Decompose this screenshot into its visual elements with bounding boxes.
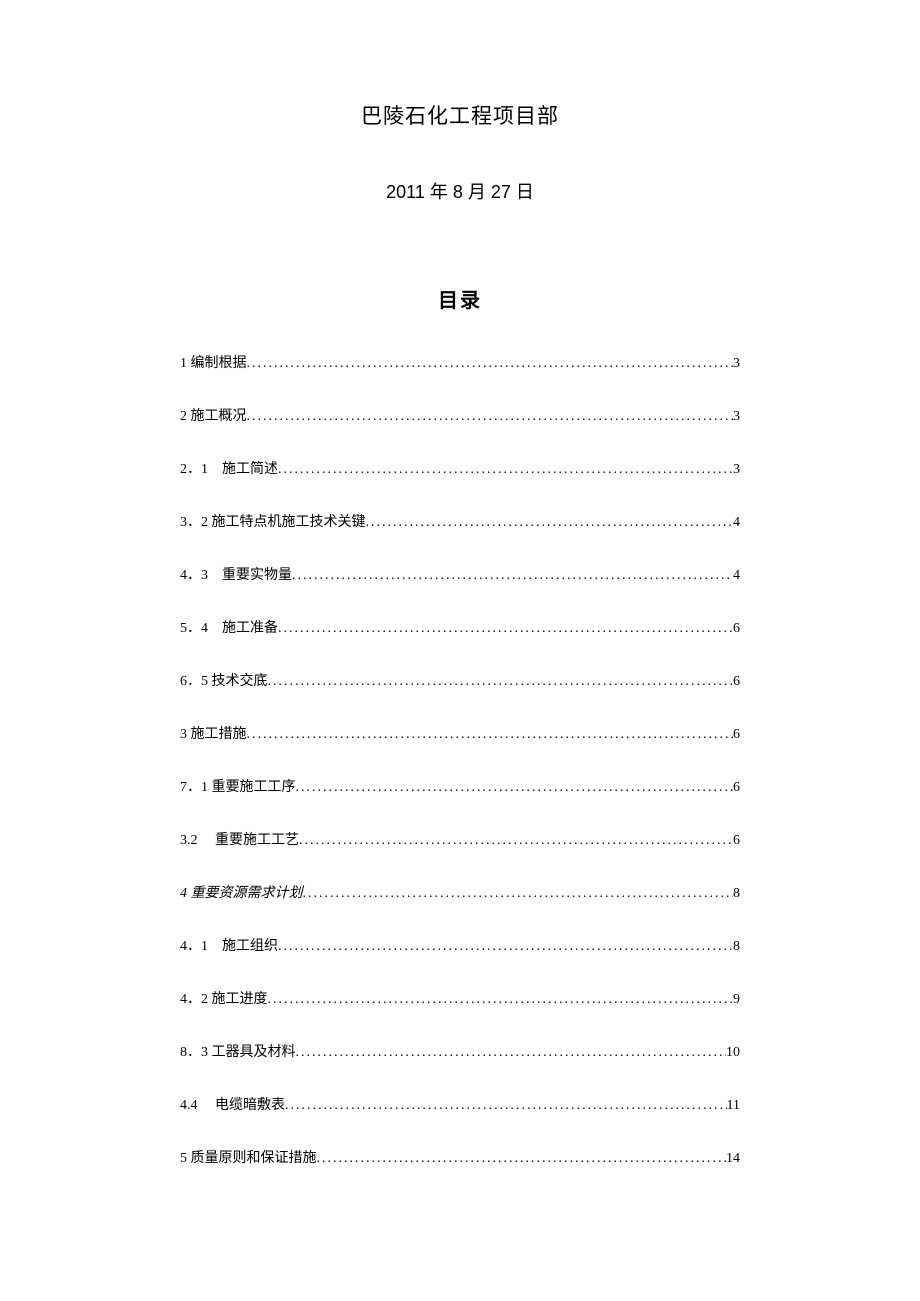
toc-item-page: 6 (733, 777, 740, 798)
toc-item: 5．4 施工准备 6 (180, 618, 740, 639)
toc-item-page: 6 (733, 724, 740, 745)
toc-item-page: 3 (733, 406, 740, 427)
toc-item: 2 施工概况 3 (180, 406, 740, 427)
toc-item-label: 3．2 施工特点机施工技术关键 (180, 512, 366, 533)
toc-item: 7．1 重要施工工序 6 (180, 777, 740, 798)
toc-item-label: 4 重要资源需求计划 (180, 883, 303, 904)
toc-item-label: 8．3 工器具及材料 (180, 1042, 296, 1063)
toc-item: 4 重要资源需求计划 8 (180, 883, 740, 904)
toc-item-page: 11 (727, 1095, 740, 1116)
toc-item-label: 3 施工措施 (180, 724, 247, 745)
toc-item: 4．1 施工组织 8 (180, 936, 740, 957)
toc-item-page: 8 (733, 936, 740, 957)
toc-item-label: 7．1 重要施工工序 (180, 777, 296, 798)
toc-item-label: 4．3 重要实物量 (180, 565, 292, 586)
toc-dots (247, 406, 734, 427)
toc-dots (292, 565, 733, 586)
toc-item: 3．2 施工特点机施工技术关键 4 (180, 512, 740, 533)
toc-dots (278, 618, 733, 639)
toc-dots (299, 830, 733, 851)
toc-item-label: 1 编制根据 (180, 353, 247, 374)
toc-item-label: 3.2 重要施工工艺 (180, 830, 299, 851)
toc-item-page: 10 (726, 1042, 740, 1063)
toc-dots (268, 989, 734, 1010)
toc-item-label: 5 质量原则和保证措施 (180, 1148, 317, 1169)
toc-dots (317, 1148, 727, 1169)
toc-dots (247, 353, 734, 374)
toc-item: 4．2 施工进度 9 (180, 989, 740, 1010)
toc-item: 4．3 重要实物量 4 (180, 565, 740, 586)
toc-item-page: 8 (733, 883, 740, 904)
toc-item-page: 6 (733, 671, 740, 692)
toc-dots (296, 777, 734, 798)
toc-dots (278, 936, 733, 957)
toc-item-page: 3 (733, 353, 740, 374)
toc-item-page: 14 (726, 1148, 740, 1169)
toc-dots (247, 724, 734, 745)
toc-item-label: 2．1 施工简述 (180, 459, 278, 480)
toc-list: 1 编制根据32 施工概况32．1 施工简述 33．2 施工特点机施工技术关键4… (180, 353, 740, 1169)
toc-dots (285, 1095, 727, 1116)
toc-item-label: 2 施工概况 (180, 406, 247, 427)
toc-item-label: 4.4 电缆暗敷表 (180, 1095, 285, 1116)
toc-item: 4.4 电缆暗敷表 11 (180, 1095, 740, 1116)
toc-dots (278, 459, 733, 480)
toc-dots (268, 671, 734, 692)
toc-item-label: 4．1 施工组织 (180, 936, 278, 957)
toc-item: 8．3 工器具及材料 10 (180, 1042, 740, 1063)
document-date: 2011 年 8 月 27 日 (180, 178, 740, 204)
toc-item-label: 5．4 施工准备 (180, 618, 278, 639)
toc-title: 目录 (180, 284, 740, 313)
toc-item-page: 6 (733, 830, 740, 851)
toc-item: 3 施工措施 6 (180, 724, 740, 745)
toc-item: 1 编制根据 3 (180, 353, 740, 374)
toc-item-page: 9 (733, 989, 740, 1010)
toc-dots (296, 1042, 727, 1063)
toc-item-page: 6 (733, 618, 740, 639)
toc-item: 3.2 重要施工工艺 6 (180, 830, 740, 851)
toc-item: 5 质量原则和保证措施 14 (180, 1148, 740, 1169)
toc-item-label: 4．2 施工进度 (180, 989, 268, 1010)
toc-item-page: 4 (733, 565, 740, 586)
toc-item-page: 4 (733, 512, 740, 533)
document-department: 巴陵石化工程项目部 (180, 100, 740, 130)
toc-item: 6．5 技术交底 6 (180, 671, 740, 692)
toc-item-label: 6．5 技术交底 (180, 671, 268, 692)
toc-item-page: 3 (733, 459, 740, 480)
toc-item: 2．1 施工简述 3 (180, 459, 740, 480)
toc-dots (303, 883, 734, 904)
toc-dots (366, 512, 734, 533)
